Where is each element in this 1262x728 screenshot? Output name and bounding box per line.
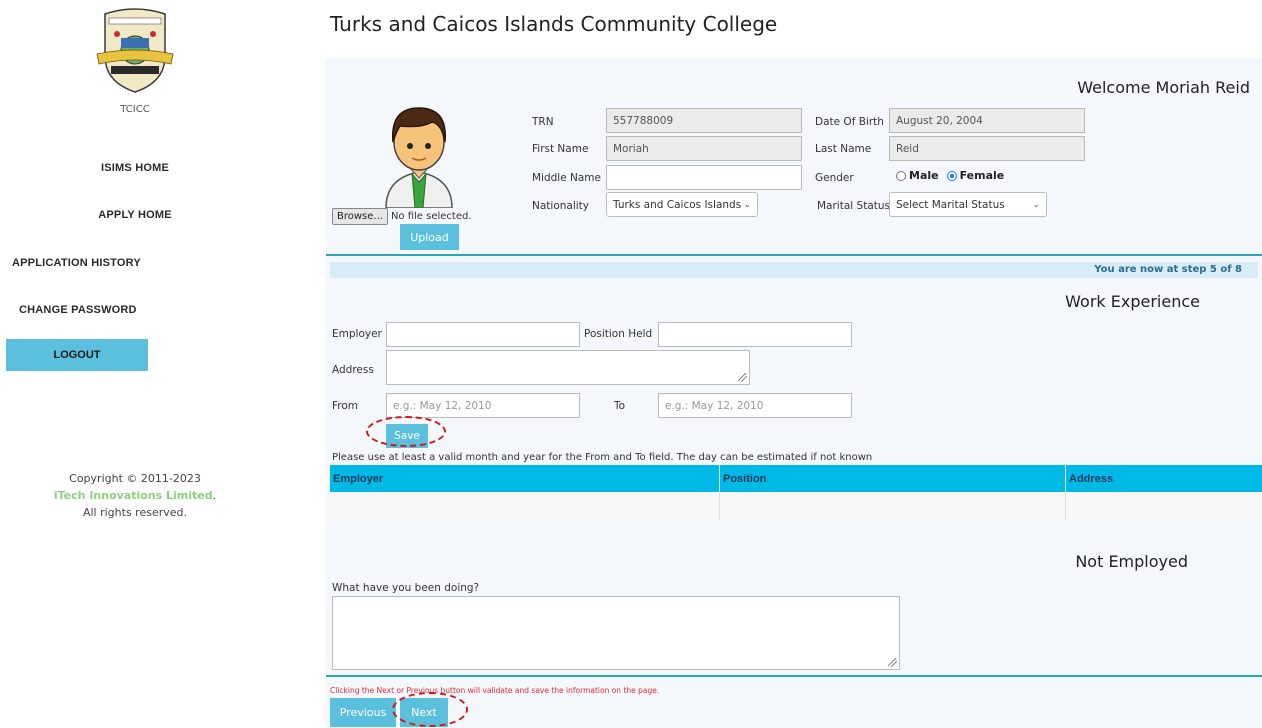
college-logo xyxy=(96,8,174,93)
application-panel: Welcome Moriah Reid Browse... No file se… xyxy=(326,58,1262,728)
position-held-field[interactable] xyxy=(658,322,852,347)
employer-label: Employer xyxy=(332,328,382,340)
table-cell xyxy=(330,492,720,520)
copyright-company-line: iTech Innovations Limited. xyxy=(0,487,270,504)
radio-male[interactable] xyxy=(896,171,906,181)
activity-field[interactable] xyxy=(332,596,900,670)
middle-name-field[interactable] xyxy=(606,165,802,190)
next-highlight-annotation xyxy=(392,692,468,727)
company-link[interactable]: iTech Innovations Limited xyxy=(54,489,213,502)
nationality-select[interactable]: Turks and Caicos Islands ⌄ xyxy=(606,192,758,217)
first-name-label: First Name xyxy=(532,143,589,155)
marital-status-label: Marital Status xyxy=(817,200,890,212)
divider xyxy=(326,675,1262,677)
to-date-field[interactable]: e.g.: May 12, 2010 xyxy=(658,393,852,418)
marital-status-value: Select Marital Status xyxy=(896,198,1005,211)
gender-male-label: Male xyxy=(909,169,939,182)
copyright: Copyright © 2011-2023 iTech Innovations … xyxy=(0,470,270,521)
trn-label: TRN xyxy=(532,116,554,128)
to-date-placeholder: e.g.: May 12, 2010 xyxy=(665,399,764,412)
nav-apply-home[interactable]: APPLY HOME xyxy=(0,209,270,221)
radio-female[interactable] xyxy=(946,171,957,181)
dob-field[interactable]: August 20, 2004 xyxy=(889,108,1085,133)
dob-label: Date Of Birth xyxy=(815,116,884,128)
chevron-down-icon: ⌄ xyxy=(743,199,751,210)
activity-question: What have you been doing? xyxy=(332,582,480,594)
position-held-label: Position Held xyxy=(584,328,653,340)
table-header: Employer Position Address xyxy=(330,465,1262,492)
header-position: Position xyxy=(720,465,1066,492)
header-employer: Employer xyxy=(330,465,720,492)
logo-caption: TCICC xyxy=(120,104,150,115)
step-indicator: You are now at step 5 of 8 xyxy=(330,262,1258,278)
employer-field[interactable] xyxy=(386,322,580,347)
table-cell xyxy=(720,492,1066,520)
save-highlight-annotation xyxy=(366,416,446,447)
gender-female-label: Female xyxy=(959,169,1005,182)
resize-grip-icon xyxy=(888,658,897,667)
page-title: Turks and Caicos Islands Community Colle… xyxy=(330,12,778,36)
nationality-value: Turks and Caicos Islands xyxy=(613,198,742,211)
date-hint: Please use at least a valid month and ye… xyxy=(332,452,873,463)
gender-options: Male Female xyxy=(896,169,1004,182)
header-address: Address xyxy=(1069,472,1114,485)
rights-line: All rights reserved. xyxy=(82,506,188,519)
welcome-heading: Welcome Moriah Reid xyxy=(1077,78,1250,97)
sidebar: TCICC ISIMS HOME APPLY HOME APPLICATION … xyxy=(0,0,290,728)
nationality-label: Nationality xyxy=(532,200,590,212)
resize-grip-icon xyxy=(738,373,747,382)
from-date-placeholder: e.g.: May 12, 2010 xyxy=(393,399,492,412)
table-cell xyxy=(1066,492,1262,520)
divider xyxy=(326,254,1262,256)
avatar-icon xyxy=(385,107,453,208)
nav-isims-home[interactable]: ISIMS HOME xyxy=(0,162,270,174)
upload-button[interactable]: Upload xyxy=(400,224,459,250)
browse-button[interactable]: Browse... xyxy=(332,208,388,225)
copyright-line: Copyright © 2011-2023 xyxy=(69,472,201,485)
gender-male-option[interactable]: Male xyxy=(896,169,939,182)
gender-label: Gender xyxy=(815,172,854,184)
previous-button[interactable]: Previous xyxy=(330,698,396,727)
company-suffix: . xyxy=(212,489,217,502)
last-name-field[interactable]: Reid xyxy=(889,136,1085,161)
table-row xyxy=(330,492,1262,520)
first-name-field[interactable]: Moriah xyxy=(606,136,802,161)
to-label: To xyxy=(614,400,626,412)
gender-female-option[interactable]: Female xyxy=(946,169,1005,182)
marital-status-select[interactable]: Select Marital Status ⌄ xyxy=(889,192,1047,217)
last-name-label: Last Name xyxy=(815,143,872,155)
chevron-down-icon: ⌄ xyxy=(1032,199,1040,210)
validation-note: Clicking the Next or Previous button wil… xyxy=(330,686,660,695)
work-experience-table: Employer Position Address xyxy=(330,465,1262,520)
work-experience-heading: Work Experience xyxy=(1065,292,1200,311)
nav-application-history[interactable]: APPLICATION HISTORY xyxy=(0,257,270,269)
trn-field[interactable]: 557788009 xyxy=(606,108,802,133)
address-field[interactable] xyxy=(386,350,750,385)
nav-change-password[interactable]: CHANGE PASSWORD xyxy=(0,304,270,316)
logout-button[interactable]: LOGOUT xyxy=(6,339,148,371)
file-status: No file selected. xyxy=(390,211,472,222)
from-date-field[interactable]: e.g.: May 12, 2010 xyxy=(386,393,580,418)
from-label: From xyxy=(332,400,359,412)
file-picker-row: Browse... No file selected. xyxy=(332,208,472,225)
address-label: Address xyxy=(332,364,374,376)
middle-name-label: Middle Name xyxy=(532,172,601,184)
not-employed-heading: Not Employed xyxy=(1075,552,1188,571)
